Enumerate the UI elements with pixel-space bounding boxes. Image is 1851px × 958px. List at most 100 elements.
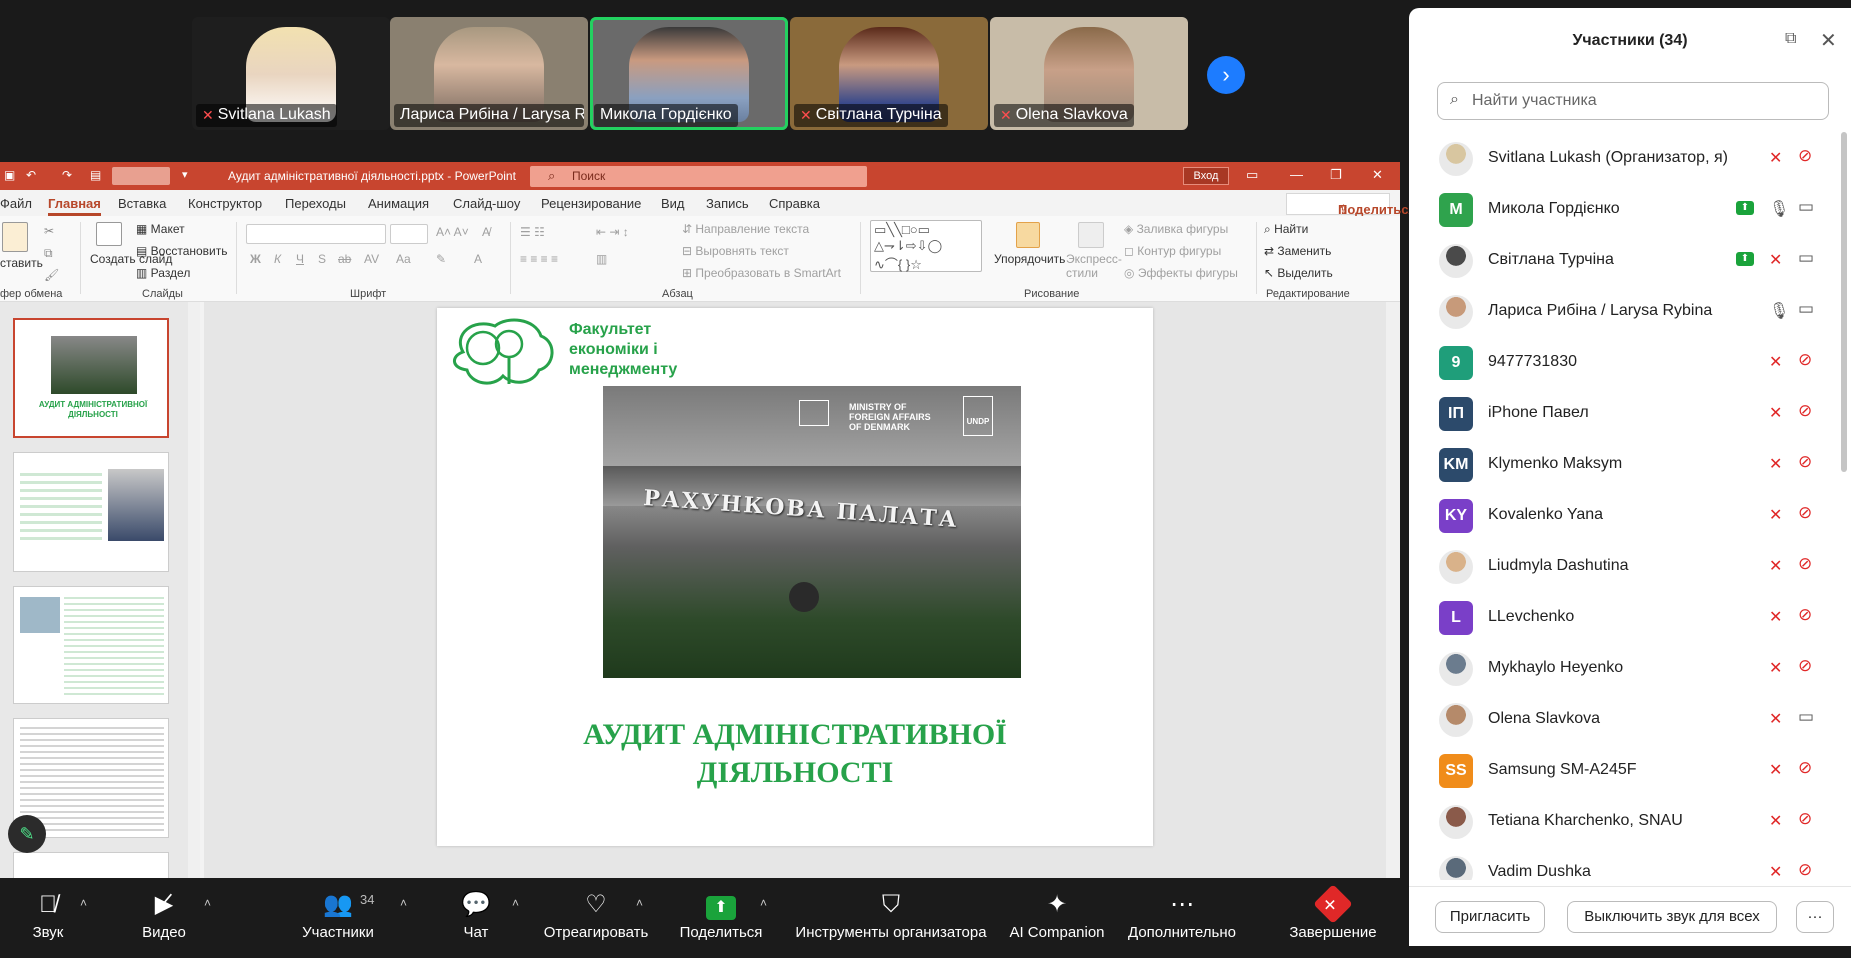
participant-row[interactable]: SS Samsung SM-A245F ✕ ⊘ bbox=[1409, 744, 1839, 795]
participant-row[interactable]: Лариса Рибіна / Larysa Rybina 🎙 ▭ bbox=[1409, 285, 1839, 336]
paste-button[interactable]: ставить bbox=[0, 256, 43, 270]
minimize-icon[interactable]: — bbox=[1290, 167, 1303, 182]
annotate-pen-button[interactable]: ✎ bbox=[8, 815, 46, 853]
menu-transitions[interactable]: Переходы bbox=[285, 196, 346, 211]
menu-record[interactable]: Запись bbox=[706, 196, 749, 211]
mic-muted-icon[interactable]: ✕ bbox=[1769, 709, 1782, 729]
bold-icon[interactable]: Ж bbox=[250, 252, 261, 266]
highlight-icon[interactable]: ✎ bbox=[436, 252, 446, 266]
shadow-icon[interactable]: S bbox=[318, 252, 326, 266]
menu-file[interactable]: Файл bbox=[0, 196, 32, 211]
mic-muted-icon[interactable]: ✕ bbox=[1769, 148, 1782, 168]
font-size-quick-box[interactable] bbox=[112, 167, 170, 185]
video-tile-svitlana[interactable]: ✕ Svitlana Lukash bbox=[192, 17, 390, 130]
mic-muted-icon[interactable]: ✕ bbox=[1769, 811, 1782, 831]
customize-toolbar-icon[interactable]: ▾ bbox=[182, 168, 188, 181]
layout-button[interactable]: ▦ Макет bbox=[136, 222, 185, 236]
columns-icon[interactable]: ▥ bbox=[596, 252, 607, 266]
mic-muted-icon[interactable]: ✕ bbox=[1769, 505, 1782, 525]
participant-row[interactable]: KM Klymenko Maksym ✕ ⊘ bbox=[1409, 438, 1839, 489]
ai-companion-button[interactable]: ✦ AI Companion bbox=[1006, 878, 1108, 958]
video-icon[interactable]: ▭ bbox=[1798, 707, 1814, 727]
chevron-up-icon[interactable]: ˄ bbox=[400, 896, 407, 910]
ppt-search-box[interactable]: ⌕ Поиск bbox=[530, 166, 867, 187]
menu-slideshow[interactable]: Слайд-шоу bbox=[453, 196, 520, 211]
participant-row[interactable]: Mykhaylo Heyenko ✕ ⊘ bbox=[1409, 642, 1839, 693]
spacing-icon[interactable]: AV bbox=[364, 252, 379, 266]
section-button[interactable]: ▥ Раздел bbox=[136, 266, 190, 280]
menu-view[interactable]: Вид bbox=[661, 196, 685, 211]
close-icon[interactable]: ✕ bbox=[1372, 167, 1383, 183]
smartart-button[interactable]: ⊞ Преобразовать в SmartArt bbox=[682, 266, 841, 280]
copy-icon[interactable]: ⧉ bbox=[44, 246, 53, 261]
current-slide[interactable]: Факультет економіки і менеджменту РАХУНК… bbox=[437, 308, 1153, 846]
shape-outline-button[interactable]: ◻ Контур фигуры bbox=[1124, 244, 1221, 258]
undo-icon[interactable]: ↶ bbox=[26, 168, 36, 182]
mic-muted-icon[interactable]: ✕ bbox=[1769, 658, 1782, 678]
slide-scrollbar[interactable] bbox=[1386, 302, 1400, 878]
video-tile-mykola[interactable]: Микола Гордієнко bbox=[590, 17, 788, 130]
mic-muted-icon[interactable]: ✕ bbox=[1769, 454, 1782, 474]
font-family-select[interactable] bbox=[246, 224, 386, 244]
thumbnails-scrollbar[interactable] bbox=[188, 302, 200, 878]
mic-muted-icon[interactable]: ✕ bbox=[1769, 862, 1782, 880]
share-screen-button[interactable]: ⬆ Поделиться bbox=[676, 878, 766, 958]
more-button[interactable]: ⋯ Дополнительно bbox=[1124, 878, 1240, 958]
ribbon-display-icon[interactable]: ▭ bbox=[1246, 167, 1258, 183]
login-button[interactable]: Вход bbox=[1183, 167, 1229, 185]
participant-row[interactable]: Tetiana Kharchenko, SNAU ✕ ⊘ bbox=[1409, 795, 1839, 846]
participant-row[interactable]: Svitlana Lukash (Организатор, я) ✕ ⊘ bbox=[1409, 132, 1839, 183]
redo-icon[interactable]: ↷ bbox=[62, 168, 72, 182]
format-painter-icon[interactable]: 🖌 bbox=[44, 268, 59, 282]
cut-icon[interactable]: ✂ bbox=[44, 224, 54, 238]
video-off-icon[interactable]: ⊘ bbox=[1798, 656, 1812, 676]
arrange-button[interactable]: Упорядочить bbox=[994, 252, 1065, 266]
video-off-icon[interactable]: ⊘ bbox=[1798, 146, 1812, 166]
presentation-icon[interactable]: ▤ bbox=[90, 168, 101, 182]
bullets-icon[interactable]: ☰ ☷ bbox=[520, 225, 545, 239]
video-tile-olena[interactable]: ✕ Olena Slavkova bbox=[990, 17, 1188, 130]
close-icon[interactable]: ✕ bbox=[1820, 28, 1837, 53]
video-off-icon[interactable]: ⊘ bbox=[1798, 401, 1812, 421]
participant-row[interactable]: Світлана Турчіна ⬆ ✕ ▭ bbox=[1409, 234, 1839, 285]
change-case-icon[interactable]: Aa bbox=[396, 252, 411, 266]
participant-row[interactable]: 9 9477731830 ✕ ⊘ bbox=[1409, 336, 1839, 387]
shape-effects-button[interactable]: ◎ Эффекты фигуры bbox=[1124, 266, 1238, 280]
end-meeting-button[interactable]: ✕ Завершение bbox=[1288, 878, 1378, 958]
select-button[interactable]: ↖ Выделить bbox=[1264, 266, 1333, 280]
video-off-icon[interactable]: ⊘ bbox=[1798, 605, 1812, 625]
chevron-up-icon[interactable]: ˄ bbox=[636, 896, 643, 910]
mic-muted-icon[interactable]: ✕ bbox=[1769, 403, 1782, 423]
italic-icon[interactable]: К bbox=[274, 252, 281, 266]
new-slide-icon[interactable] bbox=[96, 222, 122, 246]
video-icon[interactable]: ▭ bbox=[1798, 299, 1814, 319]
chat-button[interactable]: 💬 Чат bbox=[456, 878, 496, 958]
chevron-up-icon[interactable]: ˄ bbox=[760, 896, 767, 910]
menu-insert[interactable]: Вставка bbox=[118, 196, 166, 211]
underline-icon[interactable]: Ч bbox=[296, 252, 304, 266]
participant-row[interactable]: Vadim Dushka ✕ ⊘ bbox=[1409, 846, 1839, 880]
menu-design[interactable]: Конструктор bbox=[188, 196, 262, 211]
clear-format-icon[interactable]: A̸ bbox=[482, 225, 490, 239]
participant-search-input[interactable]: ⌕ Найти участника bbox=[1437, 82, 1829, 120]
video-off-icon[interactable]: ⊘ bbox=[1798, 860, 1812, 880]
mic-muted-icon[interactable]: ✕ bbox=[1769, 556, 1782, 576]
align-text-button[interactable]: ⊟ Выровнять текст bbox=[682, 244, 789, 258]
menu-help[interactable]: Справка bbox=[769, 196, 820, 211]
paste-icon[interactable] bbox=[2, 222, 28, 252]
slide-thumb-3[interactable] bbox=[13, 586, 169, 704]
video-off-icon[interactable]: ⊘ bbox=[1798, 809, 1812, 829]
participant-row[interactable]: Liudmyla Dashutina ✕ ⊘ bbox=[1409, 540, 1839, 591]
panel-more-button[interactable]: ··· bbox=[1796, 901, 1834, 933]
chevron-up-icon[interactable]: ˄ bbox=[204, 896, 211, 910]
strikethrough-icon[interactable]: ab bbox=[338, 252, 351, 266]
replace-button[interactable]: ⇄ Заменить bbox=[1264, 244, 1331, 258]
video-off-icon[interactable]: ⊘ bbox=[1798, 503, 1812, 523]
invite-button[interactable]: Пригласить bbox=[1435, 901, 1545, 933]
arrange-icon[interactable] bbox=[1016, 222, 1040, 248]
participant-row[interactable]: M Микола Гордієнко ⬆ 🎙 ▭ bbox=[1409, 183, 1839, 234]
mic-icon[interactable]: 🎙 bbox=[1769, 301, 1789, 321]
ppt-share-button[interactable]: ⇪ Поделиться bbox=[1286, 193, 1416, 217]
save-icon[interactable]: ▣ bbox=[4, 168, 15, 182]
popout-icon[interactable]: ⧉ bbox=[1785, 30, 1796, 48]
